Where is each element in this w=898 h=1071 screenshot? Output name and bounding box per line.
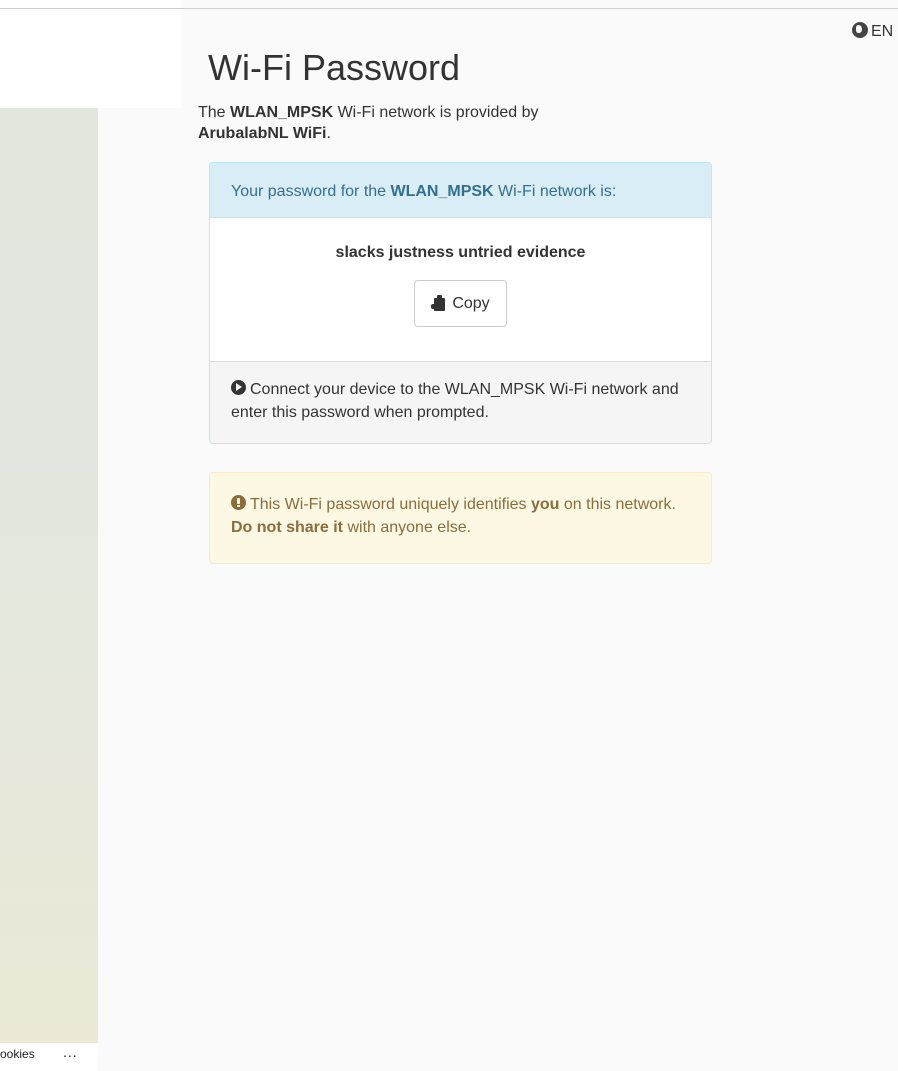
- language-label: EN: [871, 23, 894, 40]
- password-panel-heading: Your password for the WLAN_MPSK Wi-Fi ne…: [210, 162, 711, 219]
- intro-text: The WLAN_MPSK Wi-Fi network is provided …: [198, 103, 539, 143]
- cookies-link[interactable]: ookies: [0, 1047, 35, 1061]
- heading-network-name: WLAN_MPSK: [390, 182, 494, 200]
- wifi-password[interactable]: slacks justness untried evidence: [230, 244, 691, 262]
- clipboard-icon: [431, 295, 446, 312]
- copy-button[interactable]: Copy: [414, 280, 507, 328]
- more-options-button[interactable]: ...: [63, 1044, 78, 1060]
- password-panel-footer: Connect your device to the WLAN_MPSK Wi-…: [210, 361, 711, 443]
- page-title: Wi-Fi Password: [208, 47, 461, 88]
- page: ookies ... EN Wi-Fi Password The WLAN_MP…: [0, 0, 898, 1071]
- warning-alert: This Wi-Fi password uniquely identifies …: [209, 471, 712, 564]
- password-panel-body: slacks justness untried evidence Copy: [210, 218, 711, 361]
- language-selector[interactable]: EN: [852, 22, 893, 41]
- password-panel: Your password for the WLAN_MPSK Wi-Fi ne…: [209, 161, 712, 444]
- connect-instructions: Connect your device to the WLAN_MPSK Wi-…: [231, 381, 679, 422]
- globe-icon: [852, 22, 868, 38]
- warning-do-not-share: Do not share it: [231, 518, 344, 536]
- copy-button-label: Copy: [452, 294, 490, 312]
- exclamation-circle-icon: [231, 494, 246, 510]
- main-content: Wi-Fi Password The WLAN_MPSK Wi-Fi netwo…: [198, 48, 714, 564]
- intro-provider-name: ArubalabNL WiFi: [198, 125, 327, 143]
- top-divider: [0, 8, 898, 9]
- background-image-panel: [0, 108, 98, 1044]
- top-left-area: [0, 0, 182, 108]
- arrow-circle-right-icon: [231, 380, 246, 396]
- warning-you: you: [531, 495, 560, 513]
- intro-network-name: WLAN_MPSK: [230, 103, 334, 121]
